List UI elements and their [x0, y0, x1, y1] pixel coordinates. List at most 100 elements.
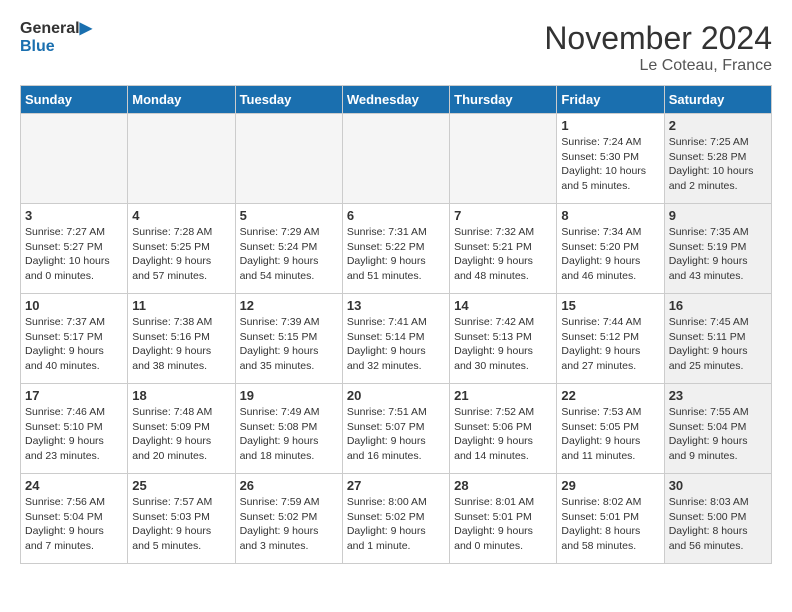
calendar-week-4: 17 Sunrise: 7:46 AM Sunset: 5:10 PM Dayli… — [21, 384, 772, 474]
day-number: 24 — [25, 478, 123, 493]
day-info: Sunrise: 7:45 AM Sunset: 5:11 PM Dayligh… — [669, 315, 767, 374]
day-number: 8 — [561, 208, 659, 223]
day-number: 27 — [347, 478, 445, 493]
calendar-cell: 2Sunrise: 7:25 AM Sunset: 5:28 PM Daylig… — [664, 114, 771, 204]
weekday-header-sunday: Sunday — [21, 86, 128, 114]
weekday-header-monday: Monday — [128, 86, 235, 114]
calendar-cell: 8 Sunrise: 7:34 AM Sunset: 5:20 PM Daylig… — [557, 204, 664, 294]
calendar-cell — [450, 114, 557, 204]
weekday-header-thursday: Thursday — [450, 86, 557, 114]
day-number: 1 — [561, 118, 659, 133]
calendar-cell: 29Sunrise: 8:02 AM Sunset: 5:01 PM Dayli… — [557, 474, 664, 564]
weekday-header-wednesday: Wednesday — [342, 86, 449, 114]
day-info: Sunrise: 7:46 AM Sunset: 5:10 PM Dayligh… — [25, 405, 123, 464]
calendar-cell: 15Sunrise: 7:44 AM Sunset: 5:12 PM Dayli… — [557, 294, 664, 384]
day-number: 3 — [25, 208, 123, 223]
calendar-cell: 10 Sunrise: 7:37 AM Sunset: 5:17 PM Dayli… — [21, 294, 128, 384]
calendar-cell: 12 Sunrise: 7:39 AM Sunset: 5:15 PM Dayli… — [235, 294, 342, 384]
day-info: Sunrise: 7:56 AM Sunset: 5:04 PM Dayligh… — [25, 495, 123, 554]
day-number: 25 — [132, 478, 230, 493]
calendar-cell: 1 Sunrise: 7:24 AM Sunset: 5:30 PM Daylig… — [557, 114, 664, 204]
calendar-cell: 22Sunrise: 7:53 AM Sunset: 5:05 PM Dayli… — [557, 384, 664, 474]
day-info: Sunrise: 7:52 AM Sunset: 5:06 PM Dayligh… — [454, 405, 552, 464]
day-info: Sunrise: 7:24 AM Sunset: 5:30 PM Dayligh… — [561, 135, 659, 194]
weekday-header-friday: Friday — [557, 86, 664, 114]
day-number: 4 — [132, 208, 230, 223]
day-number: 30 — [669, 478, 767, 493]
calendar-cell — [128, 114, 235, 204]
day-info: Sunrise: 7:37 AM Sunset: 5:17 PM Dayligh… — [25, 315, 123, 374]
location: Le Coteau, France — [544, 57, 772, 75]
calendar-cell: 23Sunrise: 7:55 AM Sunset: 5:04 PM Dayli… — [664, 384, 771, 474]
day-info: Sunrise: 7:29 AM Sunset: 5:24 PM Dayligh… — [240, 225, 338, 284]
day-number: 13 — [347, 298, 445, 313]
day-number: 10 — [25, 298, 123, 313]
title-area: November 2024 Le Coteau, France — [544, 20, 772, 75]
calendar-cell: 24 Sunrise: 7:56 AM Sunset: 5:04 PM Dayli… — [21, 474, 128, 564]
day-info: Sunrise: 7:44 AM Sunset: 5:12 PM Dayligh… — [561, 315, 659, 374]
day-info: Sunrise: 7:38 AM Sunset: 5:16 PM Dayligh… — [132, 315, 230, 374]
day-info: Sunrise: 7:55 AM Sunset: 5:04 PM Dayligh… — [669, 405, 767, 464]
calendar-week-3: 10 Sunrise: 7:37 AM Sunset: 5:17 PM Dayli… — [21, 294, 772, 384]
calendar-body: 1 Sunrise: 7:24 AM Sunset: 5:30 PM Daylig… — [21, 114, 772, 564]
calendar-cell: 5 Sunrise: 7:29 AM Sunset: 5:24 PM Daylig… — [235, 204, 342, 294]
day-number: 17 — [25, 388, 123, 403]
calendar-cell: 11Sunrise: 7:38 AM Sunset: 5:16 PM Dayli… — [128, 294, 235, 384]
day-number: 9 — [669, 208, 767, 223]
day-info: Sunrise: 7:53 AM Sunset: 5:05 PM Dayligh… — [561, 405, 659, 464]
day-number: 26 — [240, 478, 338, 493]
calendar-cell: 4 Sunrise: 7:28 AM Sunset: 5:25 PM Daylig… — [128, 204, 235, 294]
day-number: 29 — [561, 478, 659, 493]
day-info: Sunrise: 8:03 AM Sunset: 5:00 PM Dayligh… — [669, 495, 767, 554]
calendar-cell: 9 Sunrise: 7:35 AM Sunset: 5:19 PM Daylig… — [664, 204, 771, 294]
day-info: Sunrise: 7:57 AM Sunset: 5:03 PM Dayligh… — [132, 495, 230, 554]
day-number: 20 — [347, 388, 445, 403]
calendar-cell: 25 Sunrise: 7:57 AM Sunset: 5:03 PM Dayli… — [128, 474, 235, 564]
calendar-cell: 6 Sunrise: 7:31 AM Sunset: 5:22 PM Daylig… — [342, 204, 449, 294]
calendar-cell: 13 Sunrise: 7:41 AM Sunset: 5:14 PM Dayli… — [342, 294, 449, 384]
calendar-cell: 26Sunrise: 7:59 AM Sunset: 5:02 PM Dayli… — [235, 474, 342, 564]
day-number: 5 — [240, 208, 338, 223]
calendar-week-5: 24 Sunrise: 7:56 AM Sunset: 5:04 PM Dayli… — [21, 474, 772, 564]
day-number: 6 — [347, 208, 445, 223]
header: General▶ Blue November 2024 Le Coteau, F… — [20, 20, 772, 75]
calendar-cell: 7Sunrise: 7:32 AM Sunset: 5:21 PM Daylig… — [450, 204, 557, 294]
day-info: Sunrise: 7:32 AM Sunset: 5:21 PM Dayligh… — [454, 225, 552, 284]
calendar-cell: 21 Sunrise: 7:52 AM Sunset: 5:06 PM Dayli… — [450, 384, 557, 474]
calendar-week-2: 3Sunrise: 7:27 AM Sunset: 5:27 PM Daylig… — [21, 204, 772, 294]
day-number: 28 — [454, 478, 552, 493]
calendar-cell: 27 Sunrise: 8:00 AM Sunset: 5:02 PM Dayli… — [342, 474, 449, 564]
day-number: 18 — [132, 388, 230, 403]
calendar-cell — [342, 114, 449, 204]
day-info: Sunrise: 7:28 AM Sunset: 5:25 PM Dayligh… — [132, 225, 230, 284]
calendar-cell: 14 Sunrise: 7:42 AM Sunset: 5:13 PM Dayli… — [450, 294, 557, 384]
day-info: Sunrise: 7:34 AM Sunset: 5:20 PM Dayligh… — [561, 225, 659, 284]
calendar-cell — [235, 114, 342, 204]
day-info: Sunrise: 7:48 AM Sunset: 5:09 PM Dayligh… — [132, 405, 230, 464]
day-info: Sunrise: 7:31 AM Sunset: 5:22 PM Dayligh… — [347, 225, 445, 284]
day-info: Sunrise: 7:35 AM Sunset: 5:19 PM Dayligh… — [669, 225, 767, 284]
day-info: Sunrise: 8:00 AM Sunset: 5:02 PM Dayligh… — [347, 495, 445, 554]
calendar-cell: 30 Sunrise: 8:03 AM Sunset: 5:00 PM Dayli… — [664, 474, 771, 564]
calendar-cell: 28 Sunrise: 8:01 AM Sunset: 5:01 PM Dayli… — [450, 474, 557, 564]
calendar-week-1: 1 Sunrise: 7:24 AM Sunset: 5:30 PM Daylig… — [21, 114, 772, 204]
calendar-cell: 19 Sunrise: 7:49 AM Sunset: 5:08 PM Dayli… — [235, 384, 342, 474]
day-info: Sunrise: 8:01 AM Sunset: 5:01 PM Dayligh… — [454, 495, 552, 554]
day-info: Sunrise: 7:41 AM Sunset: 5:14 PM Dayligh… — [347, 315, 445, 374]
calendar-cell: 20Sunrise: 7:51 AM Sunset: 5:07 PM Dayli… — [342, 384, 449, 474]
calendar-cell: 17 Sunrise: 7:46 AM Sunset: 5:10 PM Dayli… — [21, 384, 128, 474]
month-title: November 2024 — [544, 20, 772, 57]
calendar-header-row: SundayMondayTuesdayWednesdayThursdayFrid… — [21, 86, 772, 114]
day-number: 12 — [240, 298, 338, 313]
day-number: 21 — [454, 388, 552, 403]
calendar-cell: 16 Sunrise: 7:45 AM Sunset: 5:11 PM Dayli… — [664, 294, 771, 384]
day-number: 14 — [454, 298, 552, 313]
calendar-cell: 18 Sunrise: 7:48 AM Sunset: 5:09 PM Dayli… — [128, 384, 235, 474]
day-number: 19 — [240, 388, 338, 403]
weekday-header-saturday: Saturday — [664, 86, 771, 114]
day-info: Sunrise: 7:39 AM Sunset: 5:15 PM Dayligh… — [240, 315, 338, 374]
day-info: Sunrise: 7:49 AM Sunset: 5:08 PM Dayligh… — [240, 405, 338, 464]
day-info: Sunrise: 7:42 AM Sunset: 5:13 PM Dayligh… — [454, 315, 552, 374]
logo: General▶ Blue — [20, 20, 92, 55]
day-number: 16 — [669, 298, 767, 313]
